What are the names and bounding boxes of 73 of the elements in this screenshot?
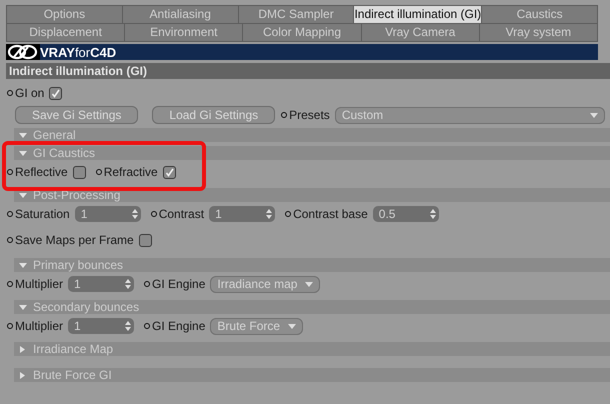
number-field[interactable]: 1 (209, 206, 276, 222)
tab[interactable]: Caustics (482, 6, 598, 24)
option-dot-icon (150, 211, 157, 217)
triangle-icon (19, 304, 27, 310)
action-button[interactable]: Load Gi Settings (152, 106, 276, 124)
option-label: Multiplier (15, 319, 64, 333)
caret-icon (305, 282, 314, 286)
option-dot-icon (7, 281, 13, 287)
logo-icon (6, 44, 40, 60)
option-label: Saturation (15, 207, 70, 221)
stepper-arrows-icon[interactable] (430, 209, 436, 219)
option-dot-icon (281, 112, 288, 118)
option-label: Save Maps per Frame (15, 233, 134, 247)
stepper-arrows-icon[interactable] (125, 279, 132, 289)
dropdown[interactable]: Brute Force (210, 318, 304, 334)
option-dot-icon (144, 281, 150, 287)
tab[interactable]: Displacement (7, 24, 126, 42)
section-header[interactable]: Post-Processing (14, 188, 610, 202)
checkbox[interactable] (162, 166, 176, 178)
tab[interactable]: Environment (125, 24, 244, 42)
dropdown[interactable]: Irradiance map (210, 276, 320, 292)
option-dot-icon (96, 169, 102, 175)
option-label: GI Engine (152, 277, 206, 291)
stepper-arrows-icon[interactable] (266, 209, 272, 219)
tab[interactable]: Indirect illumination (GI) (354, 6, 482, 24)
number-field[interactable]: 1 (74, 206, 141, 222)
option-dot-icon (7, 90, 13, 96)
section-header[interactable]: Irradiance Map (14, 342, 610, 356)
checkbox[interactable] (72, 166, 86, 178)
section-header[interactable]: Secondary bounces (14, 300, 610, 314)
option-label: Multiplier (15, 277, 64, 291)
section-header[interactable]: Brute Force GI (14, 368, 610, 382)
section-header[interactable]: GI Caustics (14, 146, 610, 160)
option-dot-icon (7, 237, 13, 243)
option-label: Presets (289, 108, 330, 122)
caret-icon (590, 112, 598, 118)
option-dot-icon (285, 211, 292, 217)
presets-dropdown[interactable]: Custom (334, 106, 605, 124)
triangle-icon (19, 262, 27, 268)
tab[interactable]: DMC Sampler (238, 6, 354, 24)
section-header[interactable]: Primary bounces (14, 258, 610, 272)
stepper-arrows-icon[interactable] (125, 321, 132, 331)
brand-name: VRAYforC4D (40, 44, 116, 60)
option-dot-icon (7, 169, 13, 175)
caret-icon (288, 324, 296, 328)
triangle-icon (19, 192, 27, 198)
option-label: GI Engine (152, 319, 206, 333)
option-dot-icon (144, 323, 150, 329)
stepper-arrows-icon[interactable] (132, 209, 138, 219)
option-dot-icon (7, 211, 13, 217)
number-field[interactable]: 1 (68, 318, 134, 334)
tab[interactable]: Antialiasing (122, 6, 239, 24)
tab[interactable]: Vray system (480, 24, 598, 42)
triangle-icon (19, 132, 27, 138)
option-label: Refractive (104, 165, 158, 179)
tab[interactable]: Vray Camera (362, 24, 480, 42)
action-button[interactable]: Save Gi Settings (15, 106, 138, 124)
number-field[interactable]: 0.5 (372, 206, 439, 222)
number-field[interactable]: 1 (68, 276, 134, 292)
checkbox[interactable] (49, 86, 62, 100)
option-dot-icon (7, 323, 13, 329)
triangle-icon (19, 372, 27, 378)
section-header[interactable]: General (14, 128, 610, 142)
tab[interactable]: Color Mapping (243, 24, 362, 42)
option-label: Reflective (15, 165, 68, 179)
checkbox[interactable] (138, 234, 152, 246)
panel-title: Indirect illumination (GI) (6, 63, 610, 79)
option-label: Contrast (158, 207, 204, 221)
triangle-icon (19, 346, 27, 352)
triangle-icon (19, 150, 27, 156)
option-label: Contrast base (293, 207, 368, 221)
option-label: GI on (15, 86, 44, 100)
tab[interactable]: Options (7, 6, 123, 24)
